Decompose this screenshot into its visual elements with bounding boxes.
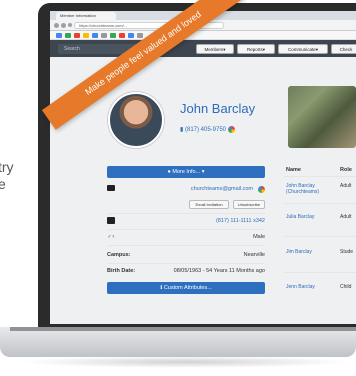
phone-icon: ▮ bbox=[180, 127, 184, 134]
background-text-line-1: try bbox=[0, 159, 14, 175]
members-menu-button[interactable]: Members▾ bbox=[196, 44, 234, 54]
divider bbox=[284, 236, 356, 237]
family-photo bbox=[288, 86, 356, 148]
family-member-role: Stude bbox=[340, 249, 354, 255]
divider bbox=[107, 213, 265, 214]
gender-value: Male bbox=[253, 234, 265, 240]
bookmark-icon[interactable] bbox=[137, 33, 143, 38]
phone-row: (817) 111-1111 x342 bbox=[107, 215, 265, 228]
unsubscribe-button[interactable]: Unsubscribe bbox=[233, 200, 265, 209]
birthdate-value: 08/05/1963 - 54 Years 11 Months ago bbox=[173, 268, 265, 274]
bookmark-icon[interactable] bbox=[101, 33, 107, 38]
gender-row: ♂♀ Male bbox=[107, 231, 265, 244]
divider bbox=[107, 263, 265, 264]
reload-icon[interactable] bbox=[68, 23, 72, 27]
info-icon: ● bbox=[167, 169, 171, 175]
bookmark-icon[interactable] bbox=[119, 33, 125, 38]
custom-attributes-button[interactable]: ℹ Custom Attributes... bbox=[107, 282, 265, 294]
profile-phone-top: ▮ (817) 405-9750 bbox=[180, 126, 235, 133]
family-col-name: Name bbox=[286, 167, 301, 173]
family-col-role: Role bbox=[340, 167, 352, 173]
divider bbox=[284, 203, 356, 204]
checkin-menu-button[interactable]: Check bbox=[331, 44, 356, 54]
family-member-name[interactable]: Jenn Barclay bbox=[286, 284, 336, 290]
laptop-base bbox=[0, 327, 356, 357]
reports-menu-label: Reports bbox=[246, 47, 263, 52]
laptop-hinge bbox=[10, 327, 356, 331]
info-icon: ℹ bbox=[160, 285, 163, 291]
checkin-menu-label: Check bbox=[339, 47, 353, 52]
custom-attributes-label: Custom Attributes... bbox=[163, 285, 212, 291]
family-member-name[interactable]: Jim Barclay bbox=[286, 249, 336, 255]
birthdate-row: Birth Date: 08/05/1963 - 54 Years 11 Mon… bbox=[107, 265, 265, 278]
google-icon[interactable] bbox=[227, 126, 235, 133]
bookmark-icon[interactable] bbox=[56, 33, 62, 38]
more-info-label: More Info... bbox=[172, 169, 201, 175]
more-info-button[interactable]: ● More Info... ▾ bbox=[107, 166, 265, 178]
communicate-menu-label: Communicate bbox=[287, 47, 316, 52]
family-member-role: Child bbox=[340, 284, 352, 290]
laptop-shadow bbox=[20, 356, 350, 368]
divider bbox=[284, 272, 356, 273]
email-row: churchteams@gmail.com bbox=[107, 183, 265, 196]
bookmark-icon[interactable] bbox=[92, 33, 98, 38]
members-menu-label: Members bbox=[204, 47, 224, 52]
bookmark-icon[interactable] bbox=[74, 33, 80, 38]
bookmark-icon[interactable] bbox=[110, 33, 116, 38]
phone-icon bbox=[107, 217, 115, 224]
communicate-menu-button[interactable]: Communicate▾ bbox=[278, 44, 328, 54]
birthdate-label: Birth Date: bbox=[107, 268, 136, 274]
family-member-name[interactable]: Julia Barclay bbox=[286, 214, 336, 220]
divider bbox=[107, 229, 265, 230]
back-icon[interactable] bbox=[54, 23, 59, 28]
profile-name: John Barclay bbox=[180, 101, 256, 116]
forward-icon[interactable] bbox=[61, 23, 66, 28]
stage: try e Member Information https://churcht… bbox=[0, 0, 356, 376]
campus-row: Campus: Nearville bbox=[107, 249, 265, 262]
bookmark-icon[interactable] bbox=[128, 33, 134, 38]
avatar bbox=[108, 92, 164, 148]
email-invitation-button[interactable]: Email Invitation bbox=[189, 200, 229, 209]
gender-icon: ♂♀ bbox=[107, 234, 116, 240]
profile-phone-top-value[interactable]: (817) 405-9750 bbox=[185, 127, 226, 133]
family-member-role: Adult bbox=[340, 214, 352, 220]
reports-menu-button[interactable]: Reports▾ bbox=[237, 44, 275, 54]
campus-label: Campus: bbox=[107, 252, 131, 258]
campus-value: Nearville bbox=[243, 252, 265, 258]
email-actions-row: Email Invitation Unsubscribe bbox=[107, 199, 265, 212]
browser-tab[interactable]: Member Information bbox=[56, 12, 116, 20]
bookmark-icon[interactable] bbox=[83, 33, 89, 38]
email-link[interactable]: churchteams@gmail.com bbox=[191, 186, 253, 192]
bookmarks-bar bbox=[50, 31, 356, 40]
family-member-role: Adult bbox=[340, 183, 352, 189]
email-icon bbox=[107, 185, 115, 191]
bookmark-icon[interactable] bbox=[65, 33, 71, 38]
app-nav-bar: Search Members▾ Reports▾ Communicate▾ Ch… bbox=[50, 40, 356, 57]
divider bbox=[284, 176, 356, 177]
family-member-name[interactable]: John Barclay (Churchteams) bbox=[286, 183, 336, 195]
google-icon[interactable] bbox=[258, 186, 265, 193]
divider bbox=[107, 245, 265, 246]
phone-link[interactable]: (817) 111-1111 x342 bbox=[216, 218, 265, 224]
background-text-line-2: e bbox=[0, 176, 6, 192]
